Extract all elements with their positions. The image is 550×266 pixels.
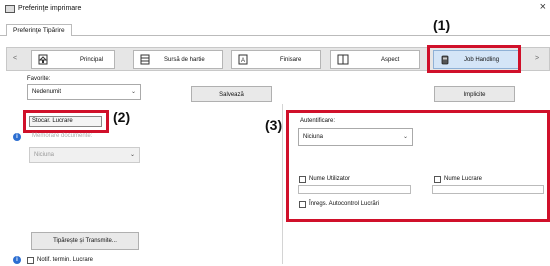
save-favorite-button[interactable]: Salvează	[191, 86, 272, 102]
window-title: Preferinţe imprimare	[18, 5, 82, 12]
printer-icon	[5, 5, 15, 13]
job-name-label: Nume Lucrare	[444, 176, 483, 182]
title-bar: Preferinţe imprimare ×	[0, 0, 550, 18]
tab-layout-label: Aspect	[381, 57, 400, 63]
tab-layout[interactable]: Aspect	[330, 50, 420, 69]
tab-principal-label: Principal	[80, 57, 104, 63]
info-icon-2: i	[13, 256, 21, 264]
user-name-input[interactable]	[298, 185, 411, 194]
favorites-label: Favorite:	[27, 76, 51, 82]
highlight-2	[23, 110, 109, 133]
job-name-checkbox[interactable]	[434, 176, 441, 183]
panel-divider	[282, 104, 283, 264]
scroll-right-icon[interactable]: >	[535, 55, 539, 62]
authentication-label: Autentificare:	[300, 118, 336, 124]
tab-strip: Preferinţe Tipărire	[0, 22, 550, 36]
auditron-checkbox[interactable]	[299, 201, 306, 208]
document-filing-select[interactable]: Niciuna ⌄	[29, 147, 140, 163]
scroll-left-icon[interactable]: <	[13, 55, 17, 62]
paper-source-icon	[140, 54, 150, 65]
favorites-select[interactable]: Nedenumit ⌄	[27, 84, 141, 100]
info-icon: i	[13, 133, 21, 141]
highlight-1	[427, 45, 521, 73]
print-and-send-button[interactable]: Tipărește și Transmite...	[31, 232, 139, 250]
layout-icon	[337, 54, 349, 65]
auditron-label: Înregs. Autocontrol Lucrări	[309, 201, 380, 207]
chevron-down-icon: ⌄	[129, 152, 135, 158]
tab-finishing[interactable]: A Finisare	[231, 50, 321, 69]
tab-finishing-label: Finisare	[280, 57, 302, 63]
user-name-label: Nume Utilizator	[309, 176, 351, 182]
tab-principal[interactable]: Principal	[31, 50, 115, 69]
tab-paper-source[interactable]: Sursă de hartie	[133, 50, 223, 69]
tab-printing-preferences[interactable]: Preferinţe Tipărire	[6, 24, 72, 36]
callout-2: (2)	[113, 109, 131, 125]
notify-label: Notif. termin. Lucrare	[37, 257, 94, 263]
tab-paper-source-label: Sursă de hartie	[164, 57, 205, 63]
document-filing-label: Memorare documente:	[32, 133, 93, 139]
chevron-down-icon: ⌄	[402, 134, 408, 140]
chevron-down-icon: ⌄	[130, 89, 136, 95]
job-name-input[interactable]	[432, 185, 544, 194]
authentication-select[interactable]: Niciuna ⌄	[298, 128, 413, 146]
defaults-button[interactable]: Implicite	[434, 86, 515, 102]
svg-text:A: A	[241, 58, 245, 64]
finishing-icon: A	[238, 54, 248, 65]
callout-3: (3)	[265, 117, 283, 133]
favorites-value: Nedenumit	[32, 89, 62, 95]
user-name-checkbox[interactable]	[299, 176, 306, 183]
callout-1: (1)	[433, 17, 451, 33]
close-icon[interactable]: ×	[540, 1, 546, 13]
home-icon	[38, 54, 48, 65]
notify-checkbox[interactable]	[27, 257, 34, 264]
